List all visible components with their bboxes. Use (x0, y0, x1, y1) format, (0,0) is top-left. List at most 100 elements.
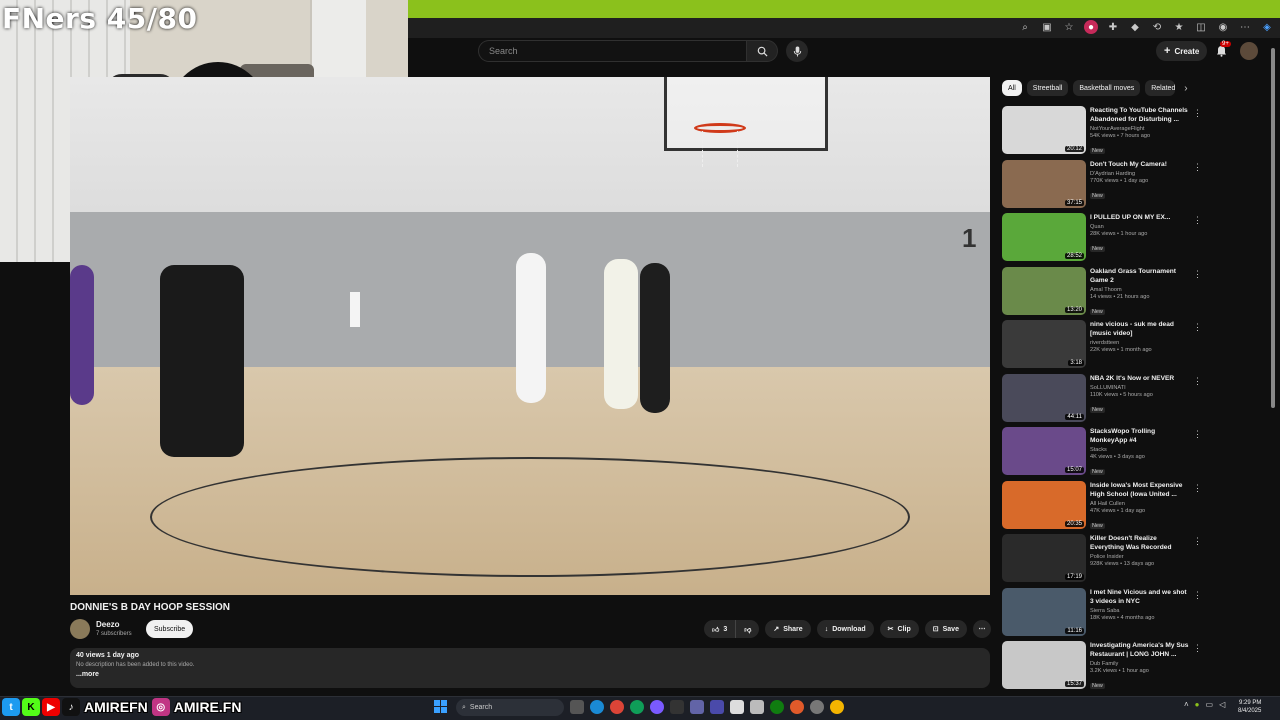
volume-icon[interactable]: ◁ (1219, 700, 1225, 709)
video-thumbnail[interactable]: 15:37 (1002, 641, 1086, 689)
recommendation-item[interactable]: 44:11 NBA 2K It's Now or NEVER SoLLUMINATI… (1002, 373, 1212, 428)
system-clock[interactable]: 9:29 PM 8/4/2025 (1238, 699, 1261, 715)
shield-icon[interactable]: ◆ (1128, 20, 1142, 34)
terminal-icon[interactable] (670, 700, 684, 714)
video-thumbnail[interactable]: 3:18 (1002, 320, 1086, 368)
like-button[interactable]: 👍︎ 3 (704, 620, 737, 638)
bookmark-star-icon[interactable]: ☆ (1062, 20, 1076, 34)
recommendation-channel[interactable]: SoLLUMINATI (1090, 385, 1190, 391)
account-avatar[interactable] (1240, 42, 1258, 60)
recommendation-channel[interactable]: Police Insider (1090, 554, 1190, 560)
favorites-icon[interactable]: ★ (1172, 20, 1186, 34)
profile-icon[interactable]: ● (1084, 20, 1098, 34)
recommendation-title[interactable]: NBA 2K It's Now or NEVER (1090, 374, 1190, 383)
more-actions-button[interactable]: ⋯ (972, 620, 991, 638)
video-thumbnail[interactable]: 13:20 (1002, 266, 1086, 315)
channel-avatar[interactable] (70, 619, 90, 639)
chrome-icon[interactable] (610, 700, 624, 714)
browser-icon[interactable] (790, 700, 804, 714)
video-thumbnail[interactable]: 44:11 (1002, 373, 1086, 422)
copilot-icon[interactable]: ◈ (1260, 20, 1274, 34)
recommendation-channel[interactable]: Quan (1090, 224, 1190, 230)
dislike-button[interactable]: 👎︎ (736, 620, 760, 638)
video-thumbnail[interactable]: 28:52 (1002, 213, 1086, 261)
recommendation-item[interactable]: 20:12 Reacting To YouTube Channels Abando… (1002, 106, 1212, 160)
video-player[interactable]: 1 (70, 77, 990, 595)
recommendation-title[interactable]: I PULLED UP ON MY EX... (1090, 213, 1190, 222)
tray-app-icon[interactable]: ● (1195, 700, 1200, 709)
recommendation-item[interactable]: 11:16 I met Nine Vicious and we shot 3 vi… (1002, 587, 1212, 642)
download-button[interactable]: ↓ Download (816, 620, 874, 638)
translate-icon[interactable]: ⟲ (1150, 20, 1164, 34)
task-view-icon[interactable] (570, 700, 584, 714)
media-icon[interactable] (650, 700, 664, 714)
edge-icon[interactable] (590, 700, 604, 714)
clip-button[interactable]: ✂ Clip (879, 620, 919, 638)
more-vert-icon[interactable]: ⋮ (1193, 483, 1202, 494)
recommendation-title[interactable]: Don't Touch My Camera! (1090, 160, 1190, 169)
recommendation-channel[interactable]: NotYourAverageFlight (1090, 126, 1190, 132)
chrome-profile-icon[interactable] (830, 700, 844, 714)
extensions-puzzle-icon[interactable]: ✚ (1106, 20, 1120, 34)
chevron-up-icon[interactable]: ˄ (1184, 700, 1189, 709)
chip-streetball[interactable]: Streetball (1026, 80, 1069, 96)
more-vert-icon[interactable]: ⋮ (1193, 643, 1202, 654)
video-thumbnail[interactable]: 15:07 (1002, 427, 1086, 475)
more-vert-icon[interactable]: ⋮ (1193, 162, 1202, 173)
zoom-icon[interactable]: ⌕ (1018, 20, 1032, 34)
chip-all[interactable]: All (1002, 80, 1022, 96)
network-icon[interactable]: ▭ (1206, 700, 1214, 709)
recommendation-title[interactable]: I met Nine Vicious and we shot 3 videos … (1090, 588, 1190, 606)
recommendation-item[interactable]: 13:20 Oakland Grass Tournament Game 2 Amal… (1002, 266, 1212, 321)
recommendation-title[interactable]: Inside Iowa's Most Expensive High School… (1090, 481, 1190, 499)
recommendation-channel[interactable]: Amal Thoom (1090, 287, 1190, 293)
settings-icon[interactable] (810, 700, 824, 714)
recommendation-channel[interactable]: Sierra Saba (1090, 608, 1190, 614)
channel-name[interactable]: Deezo (96, 620, 120, 629)
chevron-right-icon[interactable]: › (1184, 83, 1187, 94)
page-scrollbar[interactable] (1270, 40, 1276, 690)
share-button[interactable]: ↗ Share (765, 620, 811, 638)
recommendation-channel[interactable]: Dub Family (1090, 661, 1190, 667)
video-thumbnail[interactable]: 11:16 (1002, 587, 1086, 636)
more-vert-icon[interactable]: ⋮ (1193, 429, 1202, 440)
recommendation-item[interactable]: 28:52 I PULLED UP ON MY EX... Quan 28K view… (1002, 213, 1212, 267)
menu-icon[interactable]: ⋯ (1238, 20, 1252, 34)
recommendation-title[interactable]: nine vicious - suk me dead [music video] (1090, 320, 1190, 338)
more-vert-icon[interactable]: ⋮ (1193, 376, 1202, 387)
more-vert-icon[interactable]: ⋮ (1193, 536, 1202, 547)
scrollbar-thumb[interactable] (1271, 48, 1275, 408)
taskbar-search[interactable]: ⌕ Search (456, 699, 564, 716)
subscribe-button[interactable]: Subscribe (146, 620, 194, 638)
more-vert-icon[interactable]: ⋮ (1193, 322, 1202, 333)
create-button[interactable]: + Create (1156, 41, 1208, 61)
file-icon[interactable] (730, 700, 744, 714)
recommendation-title[interactable]: Reacting To YouTube Channels Abandoned f… (1090, 106, 1190, 124)
more-vert-icon[interactable]: ⋮ (1193, 269, 1202, 280)
recommendation-item[interactable]: 37:15 Don't Touch My Camera! D'Aydrian Har… (1002, 159, 1212, 214)
recommendation-title[interactable]: Investigating America's My Sus Restauran… (1090, 641, 1190, 659)
teams-icon[interactable] (690, 700, 704, 714)
recommendation-channel[interactable]: Stacks (1090, 447, 1190, 453)
chrome-alt-icon[interactable] (630, 700, 644, 714)
video-thumbnail[interactable]: 37:15 (1002, 159, 1086, 208)
collections-icon[interactable]: ◫ (1194, 20, 1208, 34)
video-thumbnail[interactable]: 20:35 (1002, 480, 1086, 529)
recommendation-channel[interactable]: All Hail Cullen (1090, 501, 1190, 507)
show-more-link[interactable]: ...more (76, 671, 984, 678)
save-button[interactable]: ⊡ Save (924, 620, 967, 638)
more-vert-icon[interactable]: ⋮ (1193, 590, 1202, 601)
description-box[interactable]: 40 views 1 day ago No description has be… (70, 648, 990, 688)
recommendation-channel[interactable]: D'Aydrian Harding (1090, 171, 1190, 177)
extension-icon[interactable]: ▣ (1040, 20, 1054, 34)
app-icon[interactable] (710, 700, 724, 714)
chip-basketball-moves[interactable]: Basketball moves (1073, 80, 1141, 96)
recommendation-title[interactable]: Oakland Grass Tournament Game 2 (1090, 267, 1190, 285)
recommendation-item[interactable]: 15:07 StacksWopo Trolling MonkeyApp #4 Sta… (1002, 427, 1212, 481)
voice-search-button[interactable] (786, 40, 808, 62)
recommendation-item[interactable]: 17:19 Killer Doesn't Realize Everything W… (1002, 534, 1212, 588)
search-input[interactable]: Search (478, 40, 746, 62)
video-thumbnail[interactable]: 20:12 (1002, 106, 1086, 154)
recommendation-item[interactable]: 3:18 nine vicious - suk me dead [music vi… (1002, 320, 1212, 374)
recommendation-channel[interactable]: riverdstteen (1090, 340, 1190, 346)
